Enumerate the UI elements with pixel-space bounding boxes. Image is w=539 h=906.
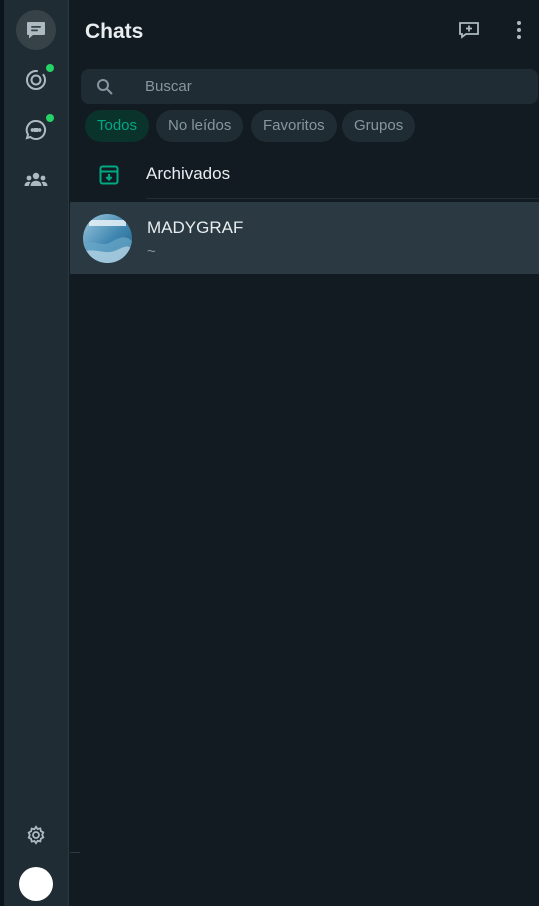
rail-communities-button[interactable] bbox=[16, 160, 56, 200]
chat-list-item[interactable]: MADYGRAF ~ bbox=[70, 202, 539, 274]
chat-name: MADYGRAF bbox=[147, 218, 244, 237]
divider-bottom bbox=[70, 852, 80, 853]
search-icon bbox=[96, 78, 114, 101]
archive-icon bbox=[98, 164, 120, 191]
rail-channels-button[interactable] bbox=[16, 110, 56, 150]
filter-chip-todos[interactable]: Todos bbox=[85, 110, 150, 142]
status-ring-icon bbox=[24, 68, 48, 92]
filter-chip-grupos[interactable]: Grupos bbox=[342, 110, 416, 142]
rail-settings-button[interactable] bbox=[16, 815, 56, 855]
new-chat-icon bbox=[458, 20, 480, 45]
menu-button[interactable] bbox=[504, 17, 534, 47]
nav-rail bbox=[0, 0, 69, 906]
status-badge-dot bbox=[46, 64, 54, 72]
whatsapp-window: Chats Buscar Todos No leídos Favoritos G… bbox=[0, 0, 539, 906]
chat-bubble-icon bbox=[24, 18, 48, 42]
filter-chip-no-leidos[interactable]: No leídos bbox=[156, 110, 244, 142]
gear-icon bbox=[24, 823, 48, 847]
search-bar bbox=[81, 69, 538, 104]
profile-avatar[interactable] bbox=[19, 867, 53, 901]
communities-icon bbox=[23, 168, 49, 192]
channels-badge-dot bbox=[46, 114, 54, 122]
page-title: Chats bbox=[85, 20, 144, 43]
archived-row[interactable]: Archivados bbox=[70, 150, 539, 198]
rail-status-button[interactable] bbox=[16, 60, 56, 100]
chat-list-panel: Chats Buscar Todos No leídos Favoritos G… bbox=[70, 0, 539, 906]
new-chat-button[interactable] bbox=[454, 17, 484, 47]
rail-edge bbox=[0, 0, 4, 906]
archived-label: Archivados bbox=[146, 164, 231, 183]
rail-chats-button[interactable] bbox=[16, 10, 56, 50]
channels-icon bbox=[24, 118, 48, 142]
chat-avatar bbox=[83, 214, 132, 263]
filter-chip-favoritos[interactable]: Favoritos bbox=[251, 110, 337, 142]
divider bbox=[146, 198, 539, 199]
kebab-menu-icon bbox=[516, 20, 522, 45]
search-input[interactable] bbox=[145, 69, 525, 104]
chat-last-message: ~ bbox=[147, 243, 156, 260]
